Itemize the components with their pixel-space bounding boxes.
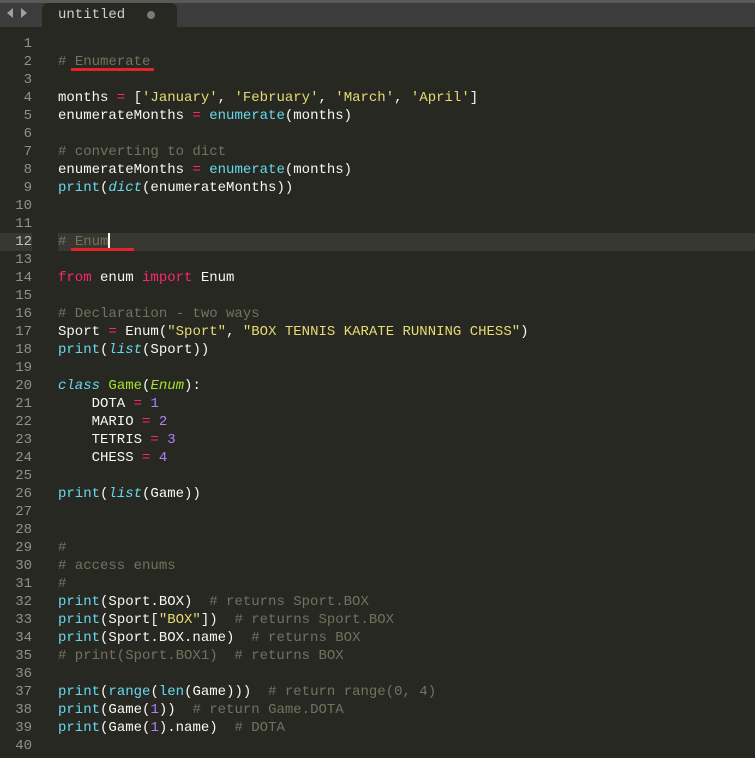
line-number[interactable]: 35 xyxy=(0,647,32,665)
line-number[interactable]: 32 xyxy=(0,593,32,611)
code-line[interactable]: DOTA = 1 xyxy=(58,395,755,413)
code-line[interactable] xyxy=(58,215,755,233)
line-number[interactable]: 40 xyxy=(0,737,32,755)
code-line[interactable] xyxy=(58,521,755,539)
line-number[interactable]: 17 xyxy=(0,323,32,341)
line-number[interactable]: 1 xyxy=(0,35,32,53)
line-number[interactable]: 9 xyxy=(0,179,32,197)
code-line[interactable]: months = ['January', 'February', 'March'… xyxy=(58,89,755,107)
code-line[interactable] xyxy=(58,665,755,683)
code-line[interactable]: # Declaration - two ways xyxy=(58,305,755,323)
line-number[interactable]: 18 xyxy=(0,341,32,359)
code-line[interactable]: class Game(Enum): xyxy=(58,377,755,395)
line-number[interactable]: 33 xyxy=(0,611,32,629)
code-line[interactable]: print(Sport.BOX) # returns Sport.BOX xyxy=(58,593,755,611)
line-number[interactable]: 28 xyxy=(0,521,32,539)
code-line[interactable] xyxy=(58,359,755,377)
code-line[interactable]: TETRIS = 3 xyxy=(58,431,755,449)
code-line[interactable]: # access enums xyxy=(58,557,755,575)
dirty-indicator-icon xyxy=(147,11,155,19)
code-line[interactable]: print(dict(enumerateMonths)) xyxy=(58,179,755,197)
line-number[interactable]: 31 xyxy=(0,575,32,593)
forward-icon[interactable] xyxy=(18,7,28,23)
code-line[interactable]: # converting to dict xyxy=(58,143,755,161)
line-number[interactable]: 5 xyxy=(0,107,32,125)
code-line[interactable]: # Enumerate xyxy=(58,53,755,71)
title-bar: untitled xyxy=(0,3,755,27)
line-number[interactable]: 19 xyxy=(0,359,32,377)
file-tab[interactable]: untitled xyxy=(42,3,177,27)
line-number[interactable]: 24 xyxy=(0,449,32,467)
code-line[interactable]: # Enum xyxy=(58,233,755,251)
line-number[interactable]: 39 xyxy=(0,719,32,737)
line-number[interactable]: 15 xyxy=(0,287,32,305)
line-number[interactable]: 7 xyxy=(0,143,32,161)
line-number[interactable]: 37 xyxy=(0,683,32,701)
line-number[interactable]: 30 xyxy=(0,557,32,575)
line-number[interactable]: 27 xyxy=(0,503,32,521)
code-line[interactable]: print(range(len(Game))) # return range(0… xyxy=(58,683,755,701)
code-line[interactable]: # xyxy=(58,539,755,557)
code-line[interactable] xyxy=(58,503,755,521)
back-icon[interactable] xyxy=(6,7,16,23)
line-number[interactable]: 34 xyxy=(0,629,32,647)
code-line[interactable]: # xyxy=(58,575,755,593)
line-number[interactable]: 29 xyxy=(0,539,32,557)
code-line[interactable] xyxy=(58,467,755,485)
line-number[interactable]: 4 xyxy=(0,89,32,107)
code-line[interactable]: enumerateMonths = enumerate(months) xyxy=(58,107,755,125)
code-line[interactable] xyxy=(58,737,755,755)
line-number-gutter[interactable]: 1234567891011121314151617181920212223242… xyxy=(0,27,40,758)
code-line[interactable] xyxy=(58,287,755,305)
code-line[interactable]: MARIO = 2 xyxy=(58,413,755,431)
line-number[interactable]: 38 xyxy=(0,701,32,719)
code-line[interactable]: enumerateMonths = enumerate(months) xyxy=(58,161,755,179)
code-line[interactable] xyxy=(58,197,755,215)
line-number[interactable]: 36 xyxy=(0,665,32,683)
code-line[interactable]: print(Game(1)) # return Game.DOTA xyxy=(58,701,755,719)
line-number[interactable]: 21 xyxy=(0,395,32,413)
code-line[interactable]: print(list(Game)) xyxy=(58,485,755,503)
code-line[interactable] xyxy=(58,71,755,89)
code-line[interactable]: print(list(Sport)) xyxy=(58,341,755,359)
text-caret xyxy=(108,233,110,249)
line-number[interactable]: 10 xyxy=(0,197,32,215)
code-line[interactable]: print(Sport["BOX"]) # returns Sport.BOX xyxy=(58,611,755,629)
code-line[interactable]: # print(Sport.BOX1) # returns BOX xyxy=(58,647,755,665)
code-line[interactable]: print(Game(1).name) # DOTA xyxy=(58,719,755,737)
line-number[interactable]: 13 xyxy=(0,251,32,269)
line-number[interactable]: 12 xyxy=(0,233,32,251)
code-line[interactable] xyxy=(58,125,755,143)
editor: 1234567891011121314151617181920212223242… xyxy=(0,27,755,758)
code-line[interactable] xyxy=(58,35,755,53)
code-line[interactable]: CHESS = 4 xyxy=(58,449,755,467)
line-number[interactable]: 25 xyxy=(0,467,32,485)
code-line[interactable]: from enum import Enum xyxy=(58,269,755,287)
line-number[interactable]: 2 xyxy=(0,53,32,71)
line-number[interactable]: 20 xyxy=(0,377,32,395)
line-number[interactable]: 16 xyxy=(0,305,32,323)
line-number[interactable]: 3 xyxy=(0,71,32,89)
code-line[interactable]: print(Sport.BOX.name) # returns BOX xyxy=(58,629,755,647)
line-number[interactable]: 26 xyxy=(0,485,32,503)
line-number[interactable]: 14 xyxy=(0,269,32,287)
line-number[interactable]: 22 xyxy=(0,413,32,431)
code-line[interactable] xyxy=(58,251,755,269)
nav-arrows[interactable] xyxy=(0,7,34,23)
tab-title: untitled xyxy=(58,7,125,23)
line-number[interactable]: 23 xyxy=(0,431,32,449)
line-number[interactable]: 8 xyxy=(0,161,32,179)
line-number[interactable]: 6 xyxy=(0,125,32,143)
line-number[interactable]: 11 xyxy=(0,215,32,233)
code-line[interactable]: Sport = Enum("Sport", "BOX TENNIS KARATE… xyxy=(58,323,755,341)
code-area[interactable]: # Enumerate months = ['January', 'Februa… xyxy=(40,27,755,758)
